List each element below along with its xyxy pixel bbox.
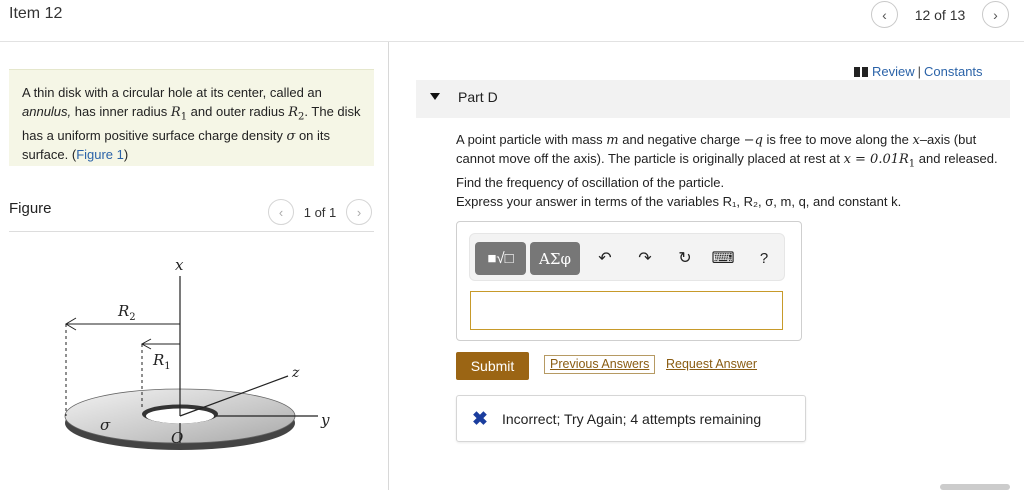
question-text: A point particle with mass m and negativ…: [456, 132, 998, 190]
annulus-figure: x y z R2 R1 σ O: [64, 256, 330, 450]
var-sigma: σ: [286, 128, 296, 144]
previous-item-button[interactable]: ‹: [871, 1, 898, 28]
figure-link[interactable]: Figure 1: [76, 147, 124, 162]
pane-divider: [388, 42, 389, 490]
redo-icon[interactable]: ↷: [634, 246, 656, 270]
x-axis-label: x: [175, 256, 184, 274]
keyboard-icon[interactable]: ⌨: [711, 246, 734, 270]
answer-instructions: Express your answer in terms of the vari…: [456, 194, 902, 209]
horizontal-scrollbar[interactable]: [940, 484, 1010, 490]
sigma-label: σ: [100, 416, 111, 434]
feedback-banner: ✖ Incorrect; Try Again; 4 attempts remai…: [456, 395, 806, 442]
initial-position: x = 0.01R1: [843, 152, 916, 170]
origin-label: O: [171, 429, 183, 447]
answer-panel: ■√□ ΑΣφ ↶ ↷ ↻ ⌨ ?: [456, 221, 802, 341]
var-r2: R2: [288, 104, 305, 123]
collapse-caret-icon[interactable]: [430, 93, 440, 100]
review-constants-links: Review | Constants: [854, 64, 983, 79]
submit-button[interactable]: Submit: [456, 352, 529, 380]
templates-button[interactable]: ■√□: [475, 242, 526, 275]
top-bar: Item 12 ‹ 12 of 13 ›: [0, 0, 1024, 42]
part-title: Part D: [458, 89, 498, 105]
previous-answers-button[interactable]: Previous Answers: [544, 355, 656, 374]
help-icon[interactable]: ?: [753, 246, 775, 270]
figure-previous-button[interactable]: ‹: [268, 199, 294, 225]
greek-symbols-button[interactable]: ΑΣφ: [530, 242, 580, 275]
incorrect-x-icon: ✖: [472, 409, 488, 430]
figure-heading: Figure: [9, 200, 52, 217]
review-link[interactable]: Review: [872, 64, 915, 79]
var-r1: R1: [170, 104, 188, 123]
item-pager: 12 of 13: [914, 7, 966, 23]
var-negative-q: −q: [743, 133, 763, 148]
intro-text: A thin disk with a circular hole at its …: [22, 85, 322, 100]
problem-intro: A thin disk with a circular hole at its …: [9, 69, 374, 166]
link-separator: |: [917, 64, 922, 79]
z-axis-label: z: [291, 365, 300, 381]
feedback-text: Incorrect; Try Again; 4 attempts remaini…: [502, 411, 762, 427]
request-answer-link[interactable]: Request Answer: [666, 357, 757, 371]
chevron-right-icon: ›: [356, 204, 362, 220]
answer-input[interactable]: [470, 291, 783, 330]
part-d-header[interactable]: Part D: [416, 80, 1010, 118]
book-icon: [854, 67, 868, 77]
reset-icon[interactable]: ↻: [674, 246, 696, 270]
undo-icon[interactable]: ↶: [594, 246, 616, 270]
math-toolbar: ■√□ ΑΣφ ↶ ↷ ↻ ⌨ ?: [469, 233, 785, 281]
item-title: Item 12: [9, 5, 63, 22]
figure-divider: [9, 231, 374, 232]
var-x: x: [912, 133, 920, 148]
next-item-button[interactable]: ›: [982, 1, 1009, 28]
intro-text: ): [123, 147, 129, 163]
intro-text: has inner radius: [71, 103, 171, 119]
var-m: m: [606, 133, 619, 148]
chevron-left-icon: ‹: [278, 204, 284, 220]
chevron-right-icon: ›: [993, 6, 998, 23]
r1-label: R1: [152, 351, 171, 372]
intro-annulus-term: annulus,: [22, 103, 72, 119]
figure-next-button[interactable]: ›: [346, 199, 372, 225]
y-axis-label: y: [320, 411, 330, 429]
chevron-left-icon: ‹: [882, 6, 887, 23]
intro-text: and outer radius: [187, 103, 289, 119]
r2-label: R2: [117, 302, 136, 323]
constants-link[interactable]: Constants: [924, 64, 983, 79]
figure-pager: 1 of 1: [303, 205, 337, 220]
